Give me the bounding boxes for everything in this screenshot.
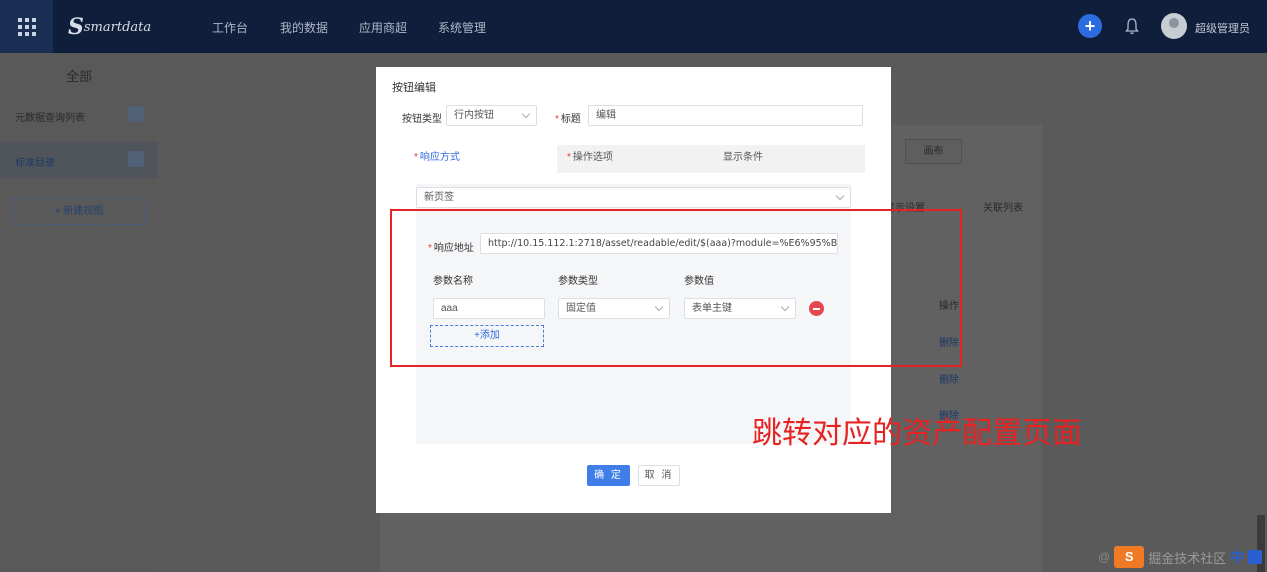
sidebar-item-metadata[interactable]: 元数据查询列表: [0, 97, 158, 133]
chevron-down-icon: [835, 191, 845, 201]
title-input[interactable]: 编辑: [588, 105, 863, 126]
tab-display-conditions[interactable]: 显示条件: [710, 145, 865, 173]
delete-link[interactable]: 删除: [939, 371, 959, 386]
watermark-text: 掘金技术社区: [1148, 550, 1227, 566]
watermark-at: @: [1098, 550, 1111, 564]
grid-icon: [17, 17, 36, 36]
top-bar: Ssmartdata 工作台 我的数据 应用商超 系统管理 + 超级管理员: [0, 0, 1267, 53]
plus-icon[interactable]: +: [1078, 14, 1102, 38]
sidebar-item-standard-catalog[interactable]: 标准目录: [0, 142, 158, 178]
sidebar-title: 全部: [65, 69, 92, 84]
nav-workbench[interactable]: 工作台: [212, 19, 248, 36]
related-list-header: 关联列表: [983, 203, 1023, 214]
nav-my-data[interactable]: 我的数据: [280, 19, 328, 36]
nav-system-admin[interactable]: 系统管理: [438, 19, 486, 36]
chevron-down-icon: [521, 109, 531, 119]
confirm-button[interactable]: 确 定: [587, 465, 630, 486]
open-mode-value: 新页签: [424, 192, 454, 203]
open-mode-select[interactable]: 新页签: [416, 187, 851, 208]
tab-operation-options[interactable]: * 操作选项: [557, 145, 710, 173]
annotation-note: 跳转对应的资产配置页面: [752, 416, 1082, 451]
tab-response-mode[interactable]: * 响应方式: [404, 145, 557, 173]
avatar[interactable]: [1161, 13, 1187, 39]
app-grid-button[interactable]: [0, 0, 53, 53]
watermark-badge: S: [1114, 546, 1145, 568]
copy-icon[interactable]: [128, 151, 144, 167]
watermark: @ S 掘金技术社区 中: [1098, 546, 1263, 568]
bell-icon[interactable]: [1124, 17, 1140, 35]
dialog-title: 按钮编辑: [392, 82, 436, 94]
watermark-icon: [1248, 550, 1263, 564]
cancel-button[interactable]: 取 消: [638, 465, 680, 486]
nav-app-store[interactable]: 应用商超: [359, 19, 407, 36]
sidebar-item-label: 元数据查询列表: [15, 113, 85, 124]
title-label: * 标题: [555, 114, 581, 125]
copy-icon[interactable]: [128, 106, 144, 122]
button-type-label: 按钮类型: [402, 114, 442, 125]
tab-bar: * 响应方式 * 操作选项 显示条件: [404, 145, 865, 173]
button-type-value: 行内按钮: [454, 110, 494, 121]
sidebar: 全部 元数据查询列表 标准目录 + 新建视图: [0, 53, 158, 572]
new-view-button[interactable]: + 新建视图: [13, 198, 145, 225]
watermark-zh: 中: [1230, 549, 1245, 565]
logo: Ssmartdata: [68, 14, 152, 40]
username[interactable]: 超级管理员: [1195, 20, 1250, 36]
annotation-box: [390, 209, 962, 367]
sidebar-item-label: 标准目录: [15, 158, 55, 169]
button-type-select[interactable]: 行内按钮: [446, 105, 537, 126]
canvas-button[interactable]: 画布: [905, 139, 962, 164]
